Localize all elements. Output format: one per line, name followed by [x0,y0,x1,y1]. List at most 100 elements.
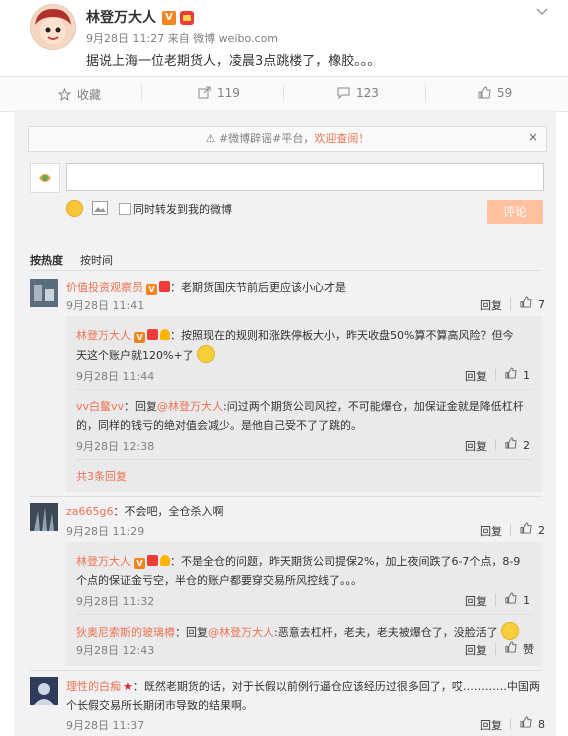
repost-button[interactable]: 119 [198,86,240,100]
reply-button[interactable]: 回复 [480,523,502,539]
mention-link[interactable]: @林登万大人 [157,400,223,413]
verified-icon: V [162,11,176,25]
sub-reply-text: vv白鳌vv：回复@林登万大人:问过两个期货公司风控，不可能爆仓，加保证金就是降… [76,400,524,432]
balloon-icon [160,555,170,566]
sort-by-hot-tab[interactable]: 按热度 [30,252,63,268]
notice-link[interactable]: 欢迎查阅！ [314,132,369,145]
sub-reply-text: 林登万大人 V ：不是全仓的问题，昨天期货公司提保2%，加上夜间跌了6-7个点，8-… [76,555,521,587]
comment-text: 价值投资观察员 V ：老期货国庆节前后更应该小心才是 [66,281,346,295]
reply-button[interactable]: 回复 [465,642,487,658]
comment-username[interactable]: za665g6 [66,505,114,518]
thumbs-up-icon [478,86,491,99]
action-bar: 收藏 119 123 59 [0,76,568,112]
row-divider [30,496,542,497]
comment-time: 9月28日 11:29 [66,525,145,538]
action-divider [510,718,511,730]
more-replies-link[interactable]: 共3条回复 [76,468,127,484]
my-avatar[interactable] [30,163,60,193]
verified-icon: V [134,332,145,343]
thumbs-up-icon [505,641,517,656]
comment-like-button[interactable]: 1 [505,367,530,382]
favorite-button[interactable]: 收藏 [57,86,101,103]
member-crown-icon [159,281,170,292]
comment-username[interactable]: 狄奥尼索斯的玻璃樽 [76,626,175,639]
author-avatar[interactable] [30,4,76,50]
commenter-avatar[interactable] [30,677,58,705]
chevron-down-icon[interactable] [536,5,548,19]
thumbs-up-icon [520,296,532,311]
weibo-post: 林登万大人 V 9月28日 11:27 来自 微博 weibo.com 据说上海一… [0,0,568,736]
post-content: 据说上海一位老期货人，凌晨3点跳楼了，橡胶。。。 [86,54,381,69]
action-divider [495,594,496,606]
action-divider [495,439,496,451]
comment-button[interactable]: 123 [337,86,379,100]
sort-by-time-tab[interactable]: 按时间 [80,252,113,268]
repost-checkbox-label: 同时转发到我的微博 [133,203,232,216]
thumbs-up-icon [505,592,517,607]
repost-checkbox[interactable] [119,203,131,215]
row-divider [76,614,532,615]
verified-icon: V [146,284,157,295]
thumbs-up-icon [520,716,532,731]
submit-comment-button[interactable]: 评论 [487,200,543,224]
action-divider [495,643,496,655]
comment-username[interactable]: 价值投资观察员 [66,281,143,294]
sub-reply-text: 狄奥尼索斯的玻璃樽：回复@林登万大人:恶意去杠杆，老夫，老夫被爆仓了，没脸活了 [76,622,519,640]
close-icon[interactable]: × [528,130,538,144]
comment-text: 理性的白痴 ★：既然老期货的话，对于长假以前例行逼仓应该经历过很多回了，哎…………… [66,680,540,712]
member-crown-icon [180,11,194,25]
comment-username[interactable]: 林登万大人 [76,555,131,568]
reply-button[interactable]: 回复 [465,438,487,454]
sort-divider [30,270,542,271]
emoji-face-icon [500,622,519,640]
balloon-icon [160,329,170,340]
comment-input[interactable] [66,163,544,191]
mention-link[interactable]: @林登万大人 [208,626,274,639]
comment-like-button[interactable]: 赞 [505,641,534,657]
repost-icon [198,86,211,99]
comment-time: 9月28日 11:41 [66,299,145,312]
commenter-avatar[interactable] [30,503,58,531]
thumbs-up-icon [505,367,517,382]
comment-like-button[interactable]: 8 [520,716,545,731]
comment-like-button[interactable]: 2 [505,437,530,452]
rumor-notice: ⚠ #微博辟谣#平台，欢迎查阅！ [28,126,547,152]
row-divider [76,459,532,460]
action-divider [141,85,142,101]
comment-username[interactable]: 林登万大人 [76,329,131,342]
action-divider [283,85,284,101]
comment-like-button[interactable]: 2 [520,522,545,537]
post-meta: 9月28日 11:27 来自 微博 weibo.com [86,32,279,45]
comment-time: 9月28日 11:32 [76,595,155,608]
comment-like-button[interactable]: 1 [505,592,530,607]
member-crown-icon [147,555,158,566]
comment-like-button[interactable]: 7 [520,296,545,311]
action-divider [495,369,496,381]
comment-text: za665g6：不会吧，全仓杀入啊 [66,505,224,518]
author-name[interactable]: 林登万大人 V [86,7,194,27]
row-divider [76,389,532,390]
comment-username[interactable]: 理性的白痴 [66,680,121,693]
thumbs-up-icon [520,522,532,537]
reply-button[interactable]: 回复 [465,368,487,384]
star-outline-icon [57,87,72,102]
reply-button[interactable]: 回复 [480,297,502,313]
comment-time: 9月28日 12:38 [76,440,155,453]
verified-icon: V [134,558,145,569]
like-button[interactable]: 59 [478,86,512,100]
row-divider [30,670,542,671]
action-divider [510,524,511,536]
emoji-icon[interactable] [66,200,83,217]
commenter-avatar[interactable] [30,279,58,307]
warning-icon: ⚠ [205,132,216,145]
comment-time: 9月28日 11:37 [66,719,145,732]
image-icon[interactable] [92,201,108,215]
comment-username[interactable]: vv白鳌vv [76,400,124,413]
action-divider [510,298,511,310]
action-divider [425,85,426,101]
member-crown-icon [147,329,158,340]
reply-button[interactable]: 回复 [465,593,487,609]
star-icon: ★ [123,680,133,693]
comment-icon [337,86,350,100]
reply-button[interactable]: 回复 [480,717,502,733]
